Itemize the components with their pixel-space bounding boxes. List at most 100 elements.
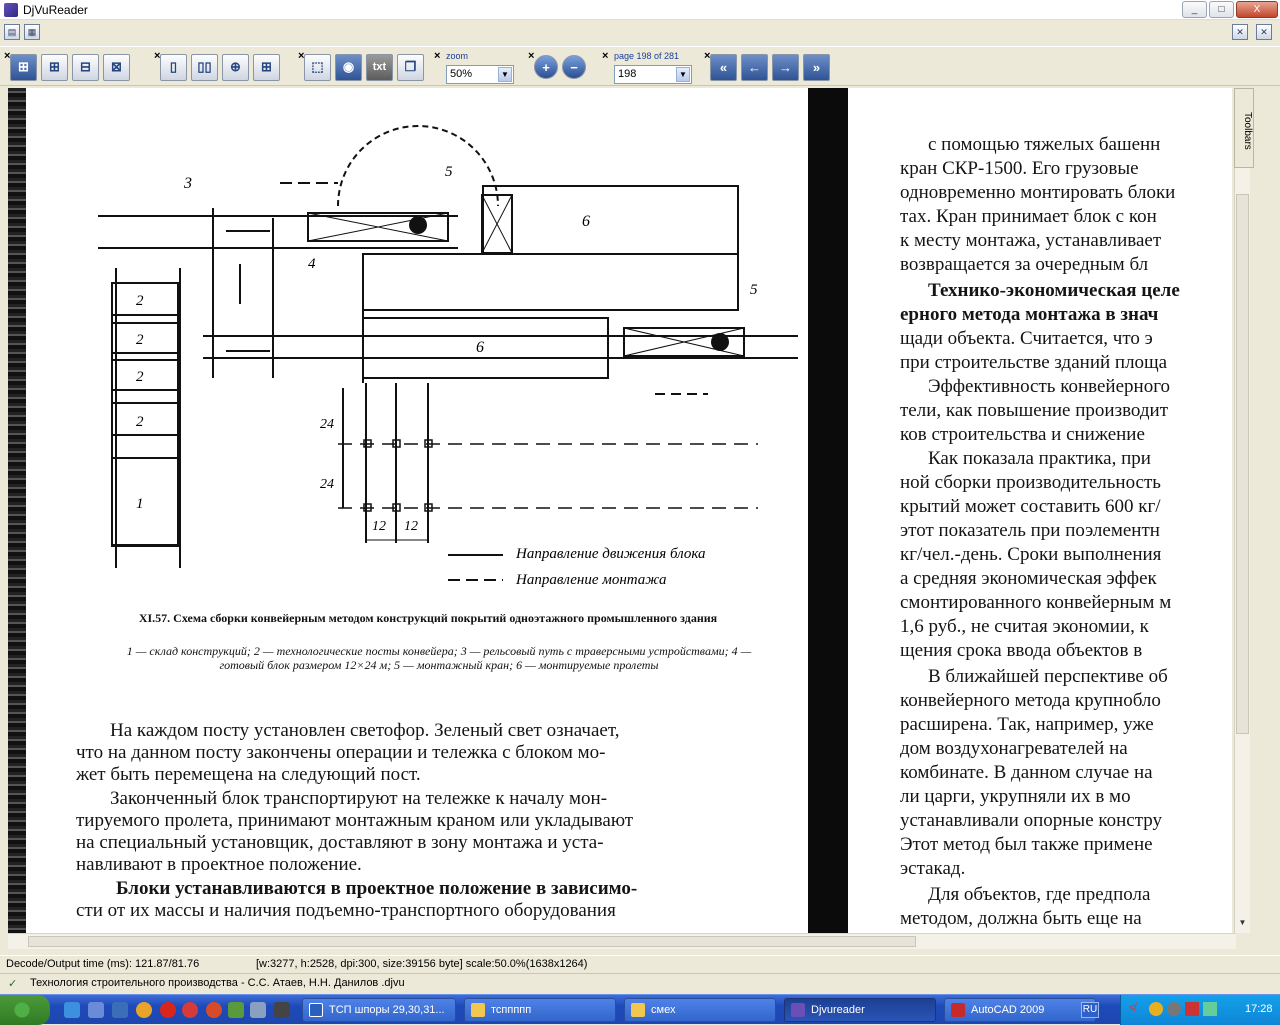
- tree-list-icon[interactable]: ⊠: [103, 53, 130, 81]
- app-icon[interactable]: [182, 1002, 198, 1018]
- prev-page-icon[interactable]: ←: [741, 53, 768, 81]
- close-doc-icon[interactable]: ✕: [1256, 24, 1272, 40]
- dim-24a: 24: [320, 417, 334, 432]
- show-desktop-icon[interactable]: [88, 1002, 104, 1018]
- next-page-icon[interactable]: →: [772, 53, 799, 81]
- chevron-down-icon[interactable]: ▼: [498, 67, 512, 82]
- horizontal-scrollbar[interactable]: [8, 933, 1236, 949]
- task-label: Djvureader: [811, 1004, 865, 1016]
- tray-icon[interactable]: ≮: [1129, 1002, 1143, 1016]
- vertical-scrollbar[interactable]: ▲ ▼: [1234, 88, 1250, 933]
- text-line: Эффективность конвейерного: [928, 376, 1171, 397]
- title-bar: DjVuReader _ □ X: [0, 0, 1280, 20]
- label-3: 3: [183, 175, 192, 192]
- text-line: кран СКР-1500. Его грузовые: [900, 158, 1139, 179]
- app-icon[interactable]: [206, 1002, 222, 1018]
- zoom-select[interactable]: 50% ▼: [446, 65, 514, 84]
- taskbar-item-word[interactable]: ТСП шпоры 29,30,31...: [302, 998, 456, 1022]
- text-line: а средняя экономическая эффек: [900, 568, 1157, 589]
- opera-icon[interactable]: [160, 1002, 176, 1018]
- horizontal-scroll-thumb[interactable]: [28, 936, 916, 947]
- tree-view-icon[interactable]: ⊞: [10, 53, 37, 81]
- text-mode-button[interactable]: txt: [366, 53, 393, 81]
- settings-icon[interactable]: ▦: [24, 24, 40, 40]
- text-line: Законченный блок транспортируют на тележ…: [110, 788, 608, 809]
- legend-mount-direction: Направление монтажа: [515, 572, 667, 588]
- djvureader-icon: [791, 1003, 805, 1017]
- word-icon: [309, 1003, 323, 1017]
- close-toolbar-icon[interactable]: ×: [528, 50, 534, 62]
- zoom-buttons-group: × + −: [528, 49, 586, 85]
- maximize-button[interactable]: □: [1209, 1, 1234, 18]
- text-line: смонтированного конвейерным м: [900, 592, 1172, 613]
- quicklaunch-icon[interactable]: [228, 1002, 244, 1018]
- text-line: к месту монтажа, устанавливает: [900, 230, 1162, 251]
- tools-group: × ⬚ ◉ txt ❐: [298, 49, 424, 85]
- page-select[interactable]: 198 ▼: [614, 65, 692, 84]
- zoom-value: 50%: [450, 68, 473, 80]
- last-page-icon[interactable]: »: [803, 53, 830, 81]
- close-button[interactable]: X: [1236, 1, 1278, 18]
- tray-icon[interactable]: [1149, 1002, 1163, 1016]
- close-toolbar-icon[interactable]: ×: [434, 50, 440, 62]
- tray-icon[interactable]: [1167, 1002, 1181, 1016]
- tree-collapse-icon[interactable]: ⊟: [72, 53, 99, 81]
- chevron-down-icon[interactable]: ▼: [676, 67, 690, 82]
- language-indicator[interactable]: RU: [1081, 1002, 1099, 1018]
- text-line: ной сборки производительность: [900, 472, 1161, 493]
- taskbar-item-autocad[interactable]: AutoCAD 2009: [944, 998, 1096, 1022]
- status-bar: Decode/Output time (ms): 121.87/81.76 [w…: [0, 955, 1280, 973]
- label-2b: 2: [136, 332, 144, 348]
- thumbnails-icon[interactable]: ⊞: [253, 53, 280, 81]
- label-6b: 6: [476, 339, 484, 356]
- clock[interactable]: 17:28: [1245, 1003, 1273, 1015]
- close-toolbar-icon[interactable]: ×: [602, 50, 608, 62]
- close-toolbar-icon[interactable]: ×: [4, 50, 10, 62]
- minimize-button[interactable]: _: [1182, 1, 1207, 18]
- aimp-icon[interactable]: [136, 1002, 152, 1018]
- single-page-icon[interactable]: ▯: [160, 53, 187, 81]
- text-line: методом, должна быть еще на: [900, 908, 1142, 929]
- zoom-in-icon[interactable]: +: [534, 55, 558, 79]
- network-icon[interactable]: [1203, 1002, 1217, 1016]
- tray-icon[interactable]: [1185, 1002, 1199, 1016]
- restore-doc-icon[interactable]: ✕: [1232, 24, 1248, 40]
- continuous-icon[interactable]: ⊕: [222, 53, 249, 81]
- close-toolbar-icon[interactable]: ×: [154, 50, 160, 62]
- select-region-icon[interactable]: ⬚: [304, 53, 331, 81]
- scroll-down-icon[interactable]: ▼: [1236, 918, 1249, 930]
- start-button[interactable]: [0, 995, 50, 1025]
- page-info: [w:3277, h:2528, dpi:300, size:39156 byt…: [256, 958, 588, 970]
- first-page-icon[interactable]: «: [710, 53, 737, 81]
- tree-expand-icon[interactable]: ⊞: [41, 53, 68, 81]
- open-file-icon[interactable]: ▤: [4, 24, 20, 40]
- color-mode-icon[interactable]: ◉: [335, 53, 362, 81]
- quicklaunch-icon[interactable]: [112, 1002, 128, 1018]
- autocad-icon: [951, 1003, 965, 1017]
- conveyor-assembly-diagram: 3 4 5 5 6 6 2 2 2 2 1 24 24 12 12 Направ…: [98, 125, 798, 588]
- task-label: тсппппп: [491, 1004, 532, 1016]
- vertical-scroll-thumb[interactable]: [1236, 194, 1249, 734]
- dim-12b: 12: [404, 519, 418, 534]
- zoom-out-icon[interactable]: −: [562, 55, 586, 79]
- taskbar-item-folder1[interactable]: тсппппп: [464, 998, 616, 1022]
- label-6a: 6: [582, 213, 590, 230]
- label-4: 4: [308, 256, 316, 272]
- text-line: конвейерного метода крупнобло: [900, 690, 1161, 711]
- two-page-icon[interactable]: ▯▯: [191, 53, 218, 81]
- copy-icon[interactable]: ❐: [397, 53, 424, 81]
- close-toolbar-icon[interactable]: ×: [298, 50, 304, 62]
- text-line: Этот метод был также примене: [900, 834, 1153, 855]
- taskbar-item-folder2[interactable]: смех: [624, 998, 776, 1022]
- document-viewport[interactable]: 3 4 5 5 6 6 2 2 2 2 1 24 24 12 12 Направ…: [8, 88, 1232, 933]
- close-toolbar-icon[interactable]: ×: [704, 50, 710, 62]
- text-line: ли царги, укрупняли их в мо: [900, 786, 1131, 807]
- dim-12a: 12: [372, 519, 386, 534]
- text-line: расширена. Так, например, уже: [900, 714, 1154, 735]
- taskbar-item-djvureader[interactable]: Djvureader: [784, 998, 936, 1022]
- ie-icon[interactable]: [64, 1002, 80, 1018]
- quicklaunch-icon[interactable]: [274, 1002, 290, 1018]
- text-line: щения срока ввода объектов в: [900, 640, 1143, 661]
- quicklaunch-icon[interactable]: [250, 1002, 266, 1018]
- toolbars-side-tab[interactable]: Toolbars: [1234, 88, 1254, 168]
